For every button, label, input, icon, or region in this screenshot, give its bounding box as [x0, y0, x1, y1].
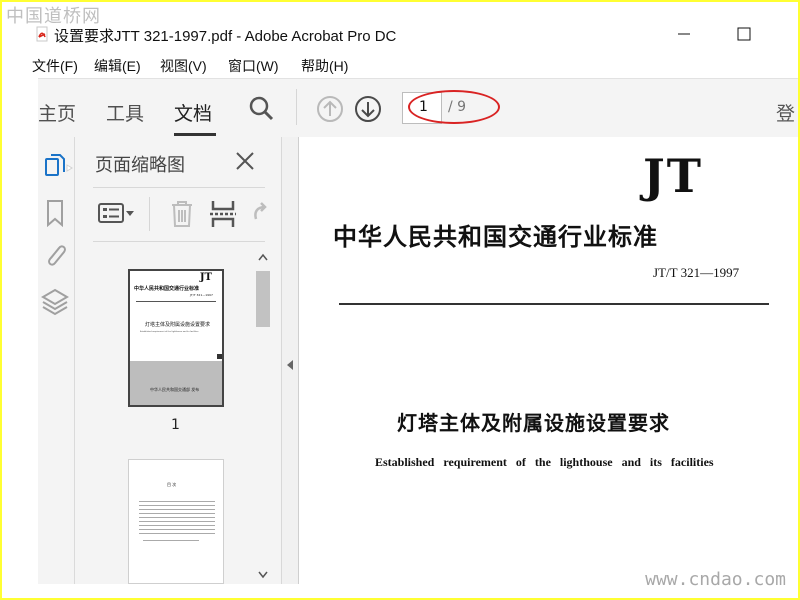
thumbnail-footer-band: 中华人民共和国交通部 发布 — [130, 361, 222, 405]
active-tab-indicator — [174, 133, 216, 136]
document-title: 灯塔主体及附属设施设置要求 — [397, 411, 670, 435]
panel-toolbar-separator — [149, 197, 150, 231]
panel-title: 页面缩略图 — [95, 155, 185, 176]
main-toolbar: 主页 工具 文档 1 / 9 登 — [38, 78, 798, 138]
document-code: JT/T 321—1997 — [653, 265, 740, 280]
thumbnail-footer: 中华人民共和国交通部 发布 — [150, 387, 200, 392]
page-thumbnails-icon[interactable] — [38, 153, 74, 183]
previous-page-icon[interactable] — [316, 95, 344, 123]
menu-bar: 文件(F) 编辑(E) 视图(V) 窗口(W) 帮助(H) — [2, 52, 798, 76]
rotate-page-icon[interactable] — [251, 199, 267, 229]
navigation-rail — [38, 137, 75, 584]
menu-window[interactable]: 窗口(W) — [228, 56, 279, 76]
menu-edit[interactable]: 编辑(E) — [94, 56, 141, 76]
thumbnail-options-icon[interactable] — [97, 199, 137, 227]
menu-help[interactable]: 帮助(H) — [301, 56, 348, 76]
acrobat-icon — [36, 26, 48, 42]
thumbnail-header: 中华人民共和国交通行业标准 — [134, 286, 200, 292]
toolbar-separator — [296, 89, 297, 125]
thumbnail-heading: 目 次 — [167, 482, 177, 487]
insert-page-icon[interactable] — [209, 199, 237, 229]
document-logo: JT — [643, 149, 703, 203]
thumbnails-panel: 页面缩略图 JT 中华人民共和国交通行业标准 JT/T 321—1997 灯塔主… — [75, 137, 282, 584]
next-page-icon[interactable] — [354, 95, 382, 123]
delete-page-icon[interactable] — [169, 199, 195, 229]
search-icon[interactable] — [248, 95, 274, 121]
panel-divider — [93, 241, 265, 242]
thumbnail-rule — [136, 301, 216, 302]
scrollbar-thumb[interactable] — [256, 271, 270, 327]
watermark-bottom: www.cndao.com — [645, 569, 786, 590]
sign-in-link[interactable]: 登 — [776, 99, 795, 126]
minimize-icon[interactable] — [674, 24, 694, 44]
title-bar: 设置要求JTT 321-1997.pdf - Adobe Acrobat Pro… — [2, 22, 798, 48]
document-rule — [339, 303, 769, 305]
attachments-icon[interactable] — [38, 241, 74, 269]
app-window: 中国道桥网 设置要求JTT 321-1997.pdf - Adobe Acrob… — [2, 2, 798, 598]
tab-home[interactable]: 主页 — [38, 99, 76, 126]
tab-tools[interactable]: 工具 — [106, 99, 144, 126]
page-thumbnail-2[interactable]: 目 次 — [128, 459, 224, 584]
thumbnail-subtitle: Established requirement of the lighthous… — [140, 331, 199, 333]
thumbnail-title: 灯塔主体及附属设施设置要求 — [145, 322, 211, 328]
menu-view[interactable]: 视图(V) — [160, 56, 207, 76]
bookmarks-icon[interactable] — [38, 199, 74, 227]
document-header: 中华人民共和国交通行业标准 — [333, 222, 658, 251]
toc-lines — [139, 498, 215, 534]
collapse-panel-icon[interactable] — [286, 359, 294, 371]
close-icon[interactable] — [235, 151, 255, 171]
scroll-down-icon[interactable] — [258, 571, 268, 579]
thumbnail-page-label: 1 — [171, 417, 180, 433]
thumbnail-code: JT/T 321—1997 — [190, 293, 213, 297]
thumbnail-resize-handle[interactable] — [217, 354, 222, 359]
window-title: 设置要求JTT 321-1997.pdf - Adobe Acrobat Pro… — [54, 28, 397, 45]
watermark-top: 中国道桥网 — [6, 6, 101, 27]
thumbnail-scrollbar[interactable] — [255, 249, 271, 584]
layers-icon[interactable] — [38, 287, 74, 317]
tab-document[interactable]: 文档 — [174, 99, 212, 126]
page-thumbnail-1[interactable]: JT 中华人民共和国交通行业标准 JT/T 321—1997 灯塔主体及附属设施… — [128, 269, 224, 407]
thumbnail-logo: JT — [199, 272, 212, 283]
menu-file[interactable]: 文件(F) — [32, 56, 78, 76]
maximize-icon[interactable] — [734, 24, 754, 44]
document-page: JT 中华人民共和国交通行业标准 JT/T 321—1997 灯塔主体及附属设施… — [299, 137, 798, 584]
panel-collapse-strip[interactable] — [282, 137, 299, 584]
panel-divider — [93, 187, 265, 188]
toc-line — [143, 540, 199, 541]
scroll-up-icon[interactable] — [258, 253, 268, 261]
document-subtitle: Established requirement of the lighthous… — [375, 455, 714, 469]
highlight-annotation — [408, 90, 500, 124]
